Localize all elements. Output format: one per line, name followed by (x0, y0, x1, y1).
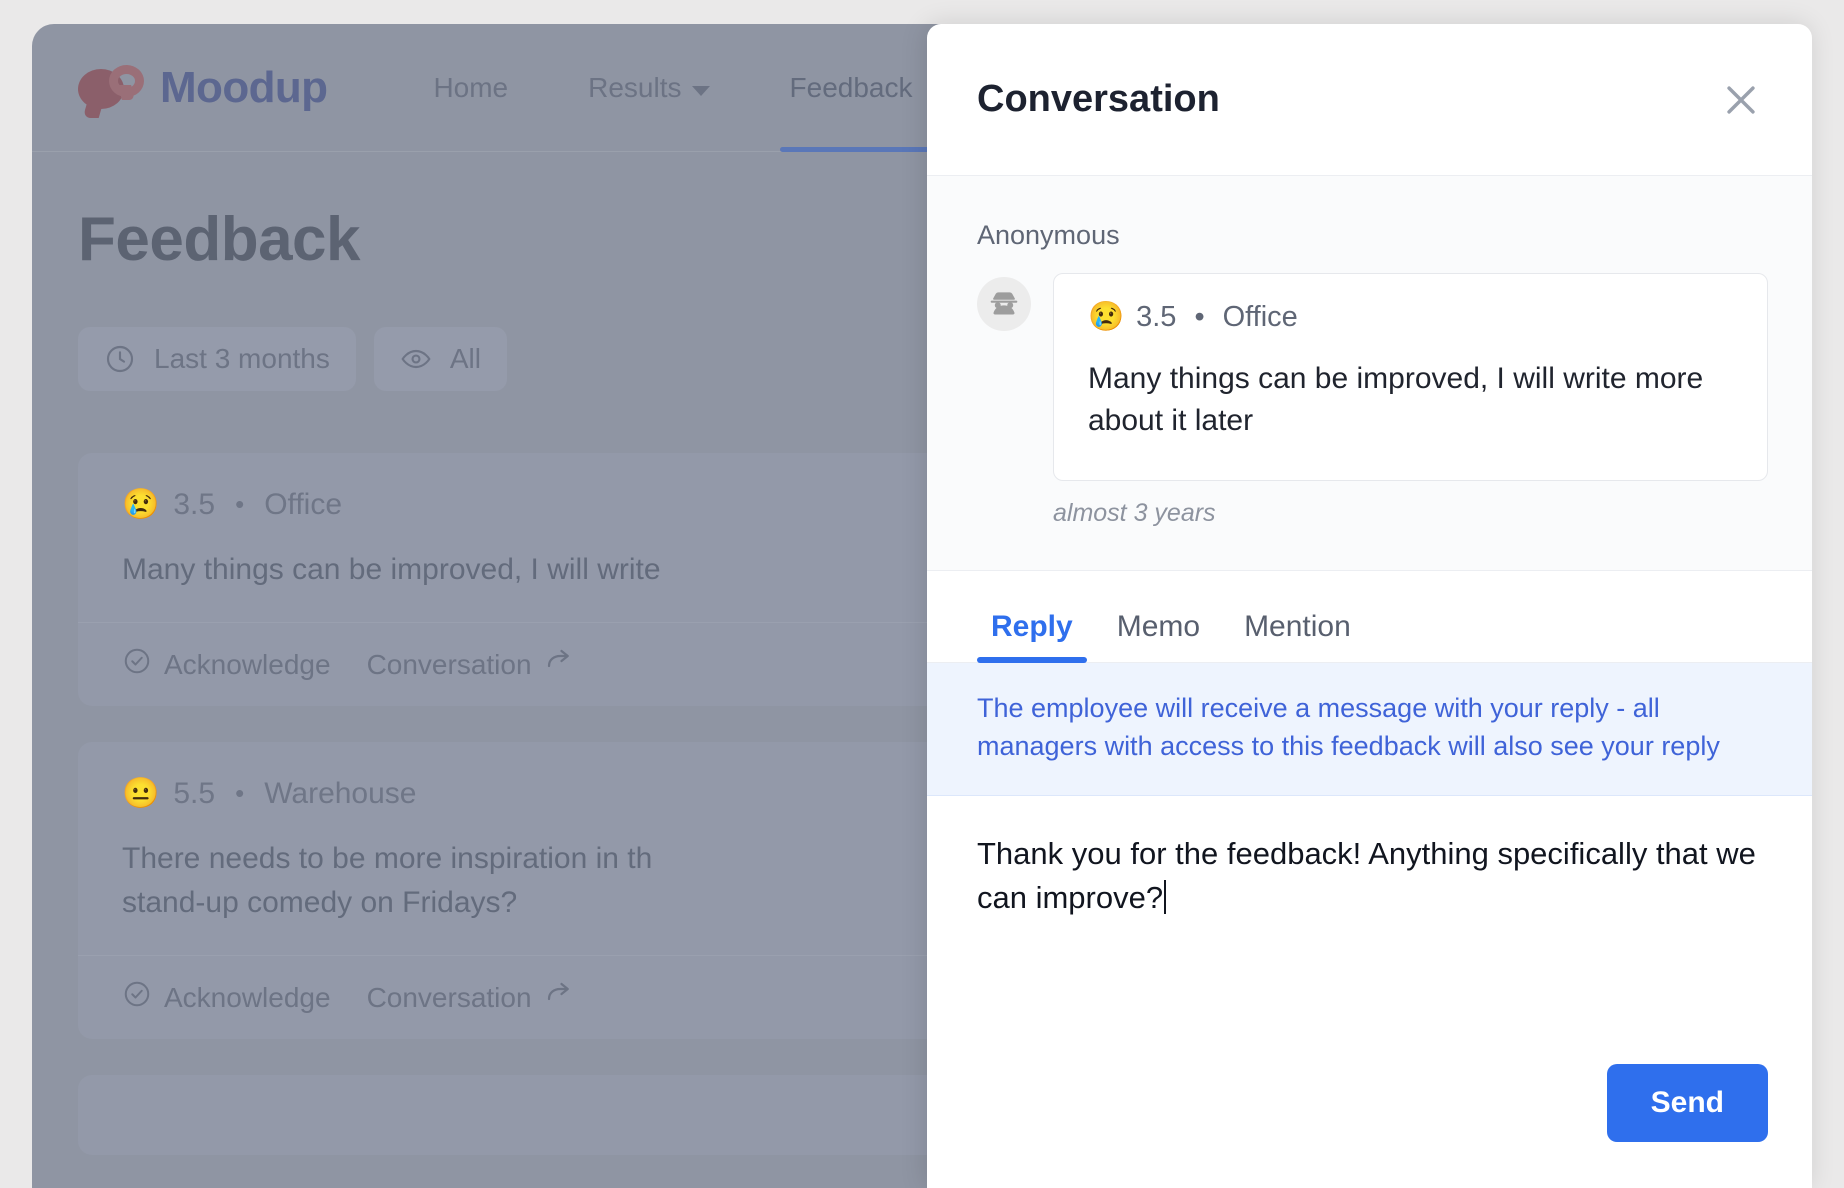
arrow-forward-icon (544, 979, 574, 1016)
feedback-team: Office (264, 487, 342, 521)
feedback-score: 5.5 (173, 776, 216, 810)
check-circle-icon (122, 646, 152, 683)
thread-message-score: 3.5 (1136, 300, 1177, 333)
feedback-team: Warehouse (264, 776, 417, 810)
thread-author: Anonymous (977, 220, 1120, 250)
drawer-title: Conversation (977, 78, 1220, 120)
clock-icon (104, 343, 136, 375)
arrow-forward-icon (544, 646, 574, 683)
meta-separator: • (1194, 300, 1205, 333)
drawer-header: Conversation (927, 24, 1812, 176)
acknowledge-label: Acknowledge (164, 981, 331, 1013)
acknowledge-button[interactable]: Acknowledge (122, 979, 331, 1016)
reply-input-value: Thank you for the feedback! Anything spe… (977, 836, 1756, 915)
conversation-thread: Anonymous 😢 3.5 • Office Many things can… (927, 176, 1812, 571)
nav-links: Home Results Feedback (393, 24, 953, 152)
acknowledge-label: Acknowledge (164, 648, 331, 680)
filter-chip-period-label: Last 3 months (154, 343, 330, 374)
incognito-icon (977, 277, 1031, 331)
drawer-tabs: Reply Memo Mention (927, 571, 1812, 663)
open-conversation-button[interactable]: Conversation (367, 646, 574, 683)
filter-chip-visibility-label: All (449, 343, 481, 374)
thread-message-text: Many things can be improved, I will writ… (1088, 362, 1704, 437)
mood-emoji-icon: 😐 (122, 777, 160, 810)
tab-reply[interactable]: Reply (977, 610, 1087, 663)
meta-separator: • (235, 778, 245, 808)
check-circle-icon (122, 979, 152, 1016)
filter-chip-period[interactable]: Last 3 months (78, 327, 356, 391)
reply-visibility-notice: The employee will receive a message with… (927, 663, 1812, 796)
eye-icon (400, 343, 432, 375)
nav-item-feedback[interactable]: Feedback (750, 24, 953, 152)
mood-emoji-icon: 😢 (1088, 301, 1125, 333)
acknowledge-button[interactable]: Acknowledge (122, 646, 331, 683)
open-conversation-button[interactable]: Conversation (367, 979, 574, 1016)
tab-mention[interactable]: Mention (1230, 610, 1365, 662)
tab-reply-label: Reply (991, 610, 1073, 643)
send-button[interactable]: Send (1606, 1064, 1768, 1142)
thread-message-row: 😢 3.5 • Office Many things can be improv… (977, 273, 1768, 481)
tab-memo-label: Memo (1116, 610, 1201, 643)
close-icon[interactable] (1714, 73, 1768, 127)
drawer-footer: Send (927, 1064, 1812, 1188)
nav-item-home[interactable]: Home (393, 24, 548, 151)
thread-message-team: Office (1222, 300, 1298, 333)
text-cursor (1164, 880, 1167, 914)
tab-mention-label: Mention (1244, 610, 1351, 643)
open-conversation-label: Conversation (366, 648, 532, 680)
thread-message-bubble: 😢 3.5 • Office Many things can be improv… (1053, 273, 1768, 481)
nav-item-feedback-label: Feedback (789, 71, 913, 103)
nav-item-results-label: Results (588, 71, 682, 103)
brand-logo[interactable]: Moodup (78, 62, 328, 113)
thread-timestamp: almost 3 years (1053, 499, 1216, 527)
thread-message-meta: 😢 3.5 • Office (1088, 300, 1733, 334)
nav-item-home-label: Home (433, 71, 509, 103)
meta-separator: • (235, 489, 245, 519)
speech-bubbles-icon (78, 63, 144, 113)
chevron-down-icon (691, 85, 710, 96)
brand-name: Moodup (160, 62, 328, 112)
nav-item-results[interactable]: Results (548, 24, 749, 151)
conversation-drawer: Conversation Anonymous 😢 3.5 • Office Ma… (927, 24, 1812, 1188)
open-conversation-label: Conversation (366, 981, 532, 1013)
tab-memo[interactable]: Memo (1103, 610, 1214, 662)
reply-input[interactable]: Thank you for the feedback! Anything spe… (927, 796, 1812, 1064)
feedback-score: 3.5 (173, 487, 216, 521)
mood-emoji-icon: 😢 (122, 488, 160, 521)
filter-chip-visibility[interactable]: All (373, 327, 507, 391)
